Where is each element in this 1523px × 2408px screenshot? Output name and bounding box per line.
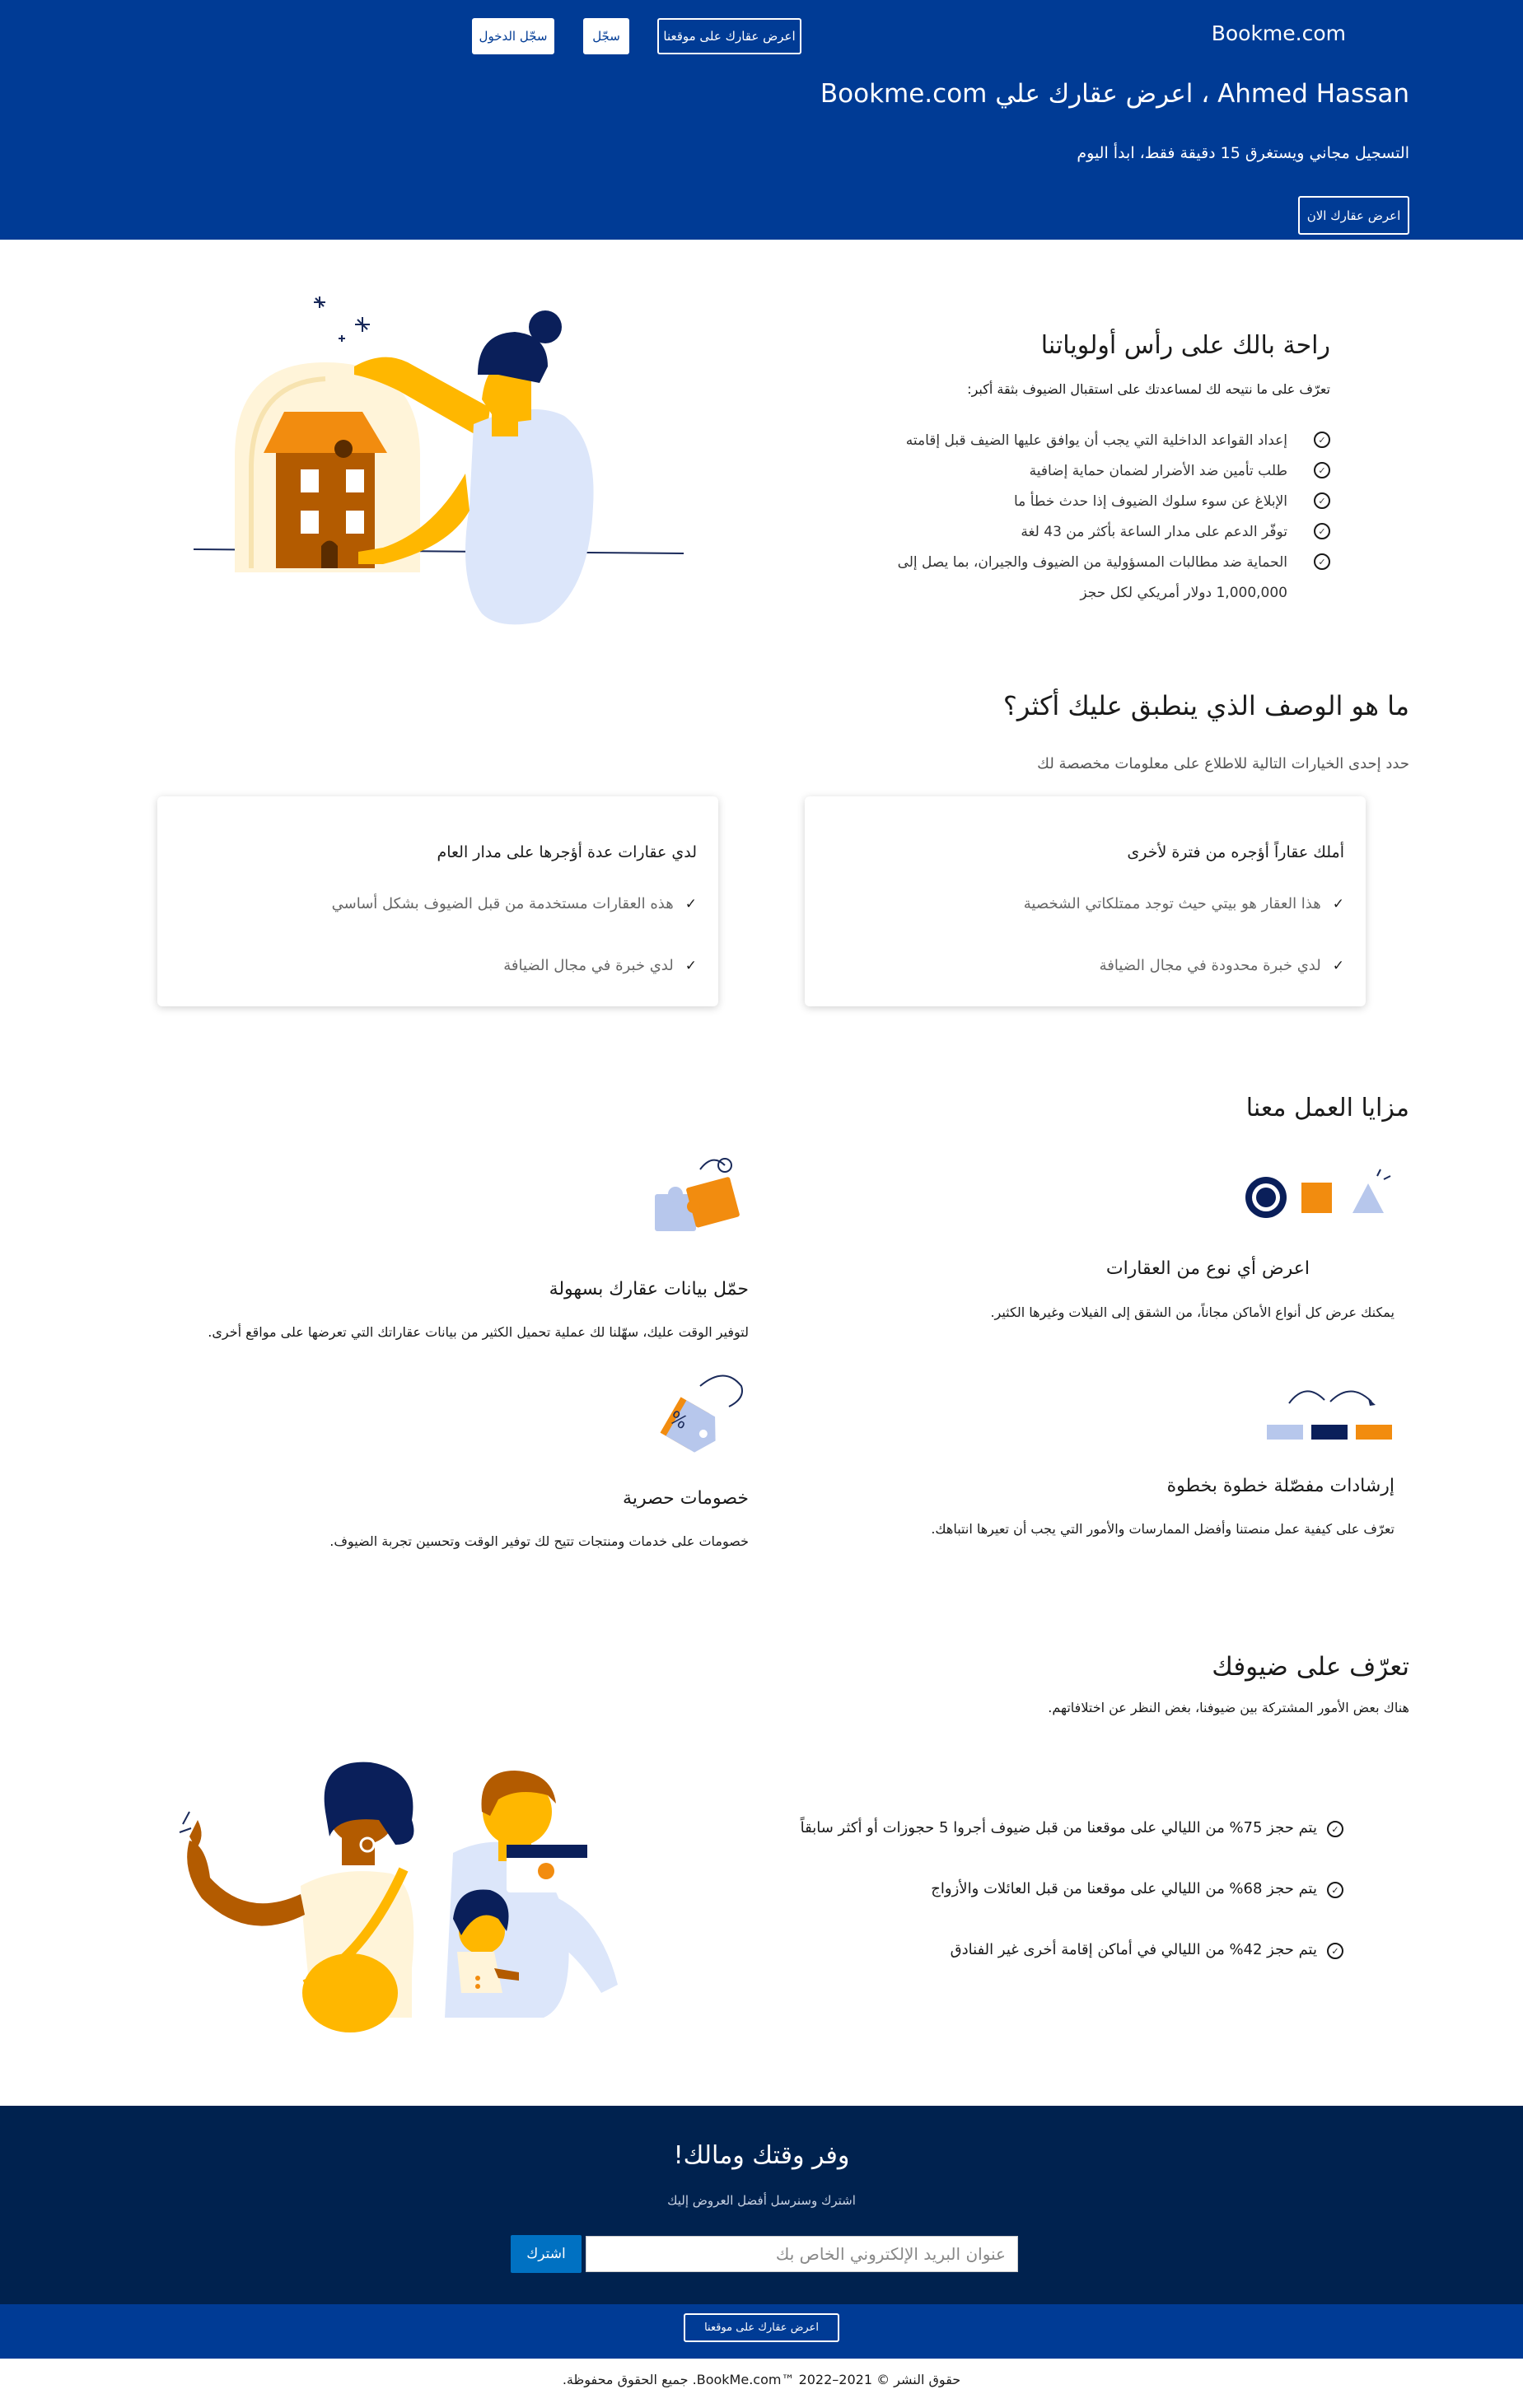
feature-title: اعرض أي نوع من العقارات [1105, 1258, 1310, 1279]
guest-stat: يتم حجز 68% من الليالي على موقعنا من قبل… [931, 1880, 1317, 1897]
site-header: Bookme.com اعرض عقارك على موقعنا سجّل سج… [0, 0, 1523, 240]
check-icon: ✓ [684, 958, 697, 974]
benefits-title: مزايا العمل معنا [1245, 1094, 1409, 1122]
copyright-text: حقوق النشر © 2021–2022 ™BookMe.com. جميع… [562, 2372, 961, 2387]
guest-stat: يتم حجز 75% من الليالي على موقعنا من قبل… [800, 1819, 1317, 1836]
shapes-icon [1245, 1169, 1391, 1218]
check-circle-icon: ✓ [1314, 553, 1330, 570]
feature-title: إرشادات مفصّلة خطوة بخطوة [1166, 1476, 1395, 1496]
brand-logo[interactable]: Bookme.com [1212, 21, 1346, 45]
describe-title: ما هو الوصف الذي ينطبق عليك أكثر؟ [1002, 690, 1409, 721]
feature-title: خصومات حصرية [623, 1488, 749, 1509]
priorities-title: راحة بالك على رأس أولوياتنا [1040, 331, 1330, 360]
list-property-nav-button[interactable]: اعرض عقارك على موقعنا [657, 18, 801, 54]
card-title: أملك عقاراً أؤجره من فترة لأخرى [1127, 843, 1344, 861]
newsletter-section: وفر وقتك ومالك! اشترك وسنرسل أفضل العروض… [0, 2106, 1523, 2304]
priorities-list: ✓ إعداد القواعد الداخلية التي يجب أن يواف… [793, 425, 1330, 608]
footer-list-property-button[interactable]: اعرض عقارك على موقعنا [684, 2313, 839, 2342]
newsletter-title: وفر وقتك ومالك! [673, 2141, 850, 2170]
check-circle-icon: ✓ [1314, 492, 1330, 509]
check-circle-icon: ✓ [1327, 1882, 1343, 1898]
footer-band: اعرض عقارك على موقعنا [0, 2304, 1523, 2359]
guests-title: تعرّف على ضيوفك [1212, 1652, 1409, 1682]
register-button[interactable]: سجّل [583, 18, 629, 54]
priorities-intro: تعرّف على ما نتيحه لك لمساعدتك على استقب… [967, 381, 1330, 397]
feature-desc: لتوفير الوقت عليك، سهّلنا لك عملية تحميل… [208, 1324, 749, 1340]
puzzle-icon [655, 1158, 740, 1231]
feature-desc: خصومات على خدمات ومنتجات تتيح لك توفير ا… [329, 1533, 749, 1549]
describe-subtitle: حدد إحدى الخيارات التالية للاطلاع على مع… [1037, 755, 1409, 772]
option-card-occasional-host[interactable]: أملك عقاراً أؤجره من فترة لأخرى ✓هذا الع… [805, 796, 1366, 1006]
check-circle-icon: ✓ [1327, 1943, 1343, 1959]
sparkle-icon [314, 296, 370, 342]
guests-family-illustration [179, 1762, 618, 2032]
list-item: ✓ طلب تأمين ضد الأضرار لضمان حماية إضافية [793, 455, 1330, 486]
check-circle-icon: ✓ [1327, 1821, 1343, 1837]
discount-tag-icon: % [660, 1374, 743, 1453]
check-icon: ✓ [684, 896, 697, 912]
option-card-professional-host[interactable]: لدي عقارات عدة أؤجرها على مدار العام ✓هذ… [157, 796, 718, 1006]
guest-stat: يتم حجز 42% من الليالي في أماكن إقامة أخ… [950, 1941, 1317, 1958]
feature-desc: تعرّف على كيفية عمل منصتنا وأفضل الممارس… [931, 1521, 1395, 1537]
card-title: لدي عقارات عدة أؤجرها على مدار العام [437, 843, 697, 861]
list-item-continuation: 1,000,000 دولار أمريكي لكل حجز [1080, 584, 1287, 601]
check-circle-icon: ✓ [1314, 432, 1330, 448]
list-item: ✓ الإبلاغ عن سوء سلوك الضيوف إذا حدث خطأ … [793, 486, 1330, 516]
list-item: ✓ الحماية ضد مطالبات المسؤولية من الضيوف … [793, 547, 1330, 577]
check-circle-icon: ✓ [1314, 523, 1330, 539]
steps-icon [1267, 1390, 1392, 1440]
feature-title: حمّل بيانات عقارك بسهولة [549, 1279, 749, 1300]
list-item: ✓ توفّر الدعم على مدار الساعة بأكثر من 43… [793, 516, 1330, 547]
card-item: ✓لدي خبرة في مجال الضيافة [503, 957, 697, 974]
login-button[interactable]: سجّل الدخول [472, 18, 554, 54]
email-field[interactable] [586, 2236, 1018, 2272]
subscribe-button[interactable]: اشترك [511, 2235, 582, 2273]
hero-subtitle: التسجيل مجاني ويستغرق 15 دقيقة فقط، ابدأ… [1077, 144, 1409, 162]
check-icon: ✓ [1332, 896, 1344, 912]
woman-house-illustration [193, 296, 684, 625]
check-icon: ✓ [1332, 958, 1344, 974]
guests-subtitle: هناك بعض الأمور المشتركة بين ضيوفنا، بغض… [1048, 1700, 1409, 1715]
card-item: ✓هذا العقار هو بيتي حيث توجد ممتلكاتي ال… [1023, 895, 1344, 912]
newsletter-subtitle: اشترك وسنرسل أفضل العروض إليك [667, 2193, 856, 2208]
card-item: ✓هذه العقارات مستخدمة من قبل الضيوف بشكل… [331, 895, 697, 912]
card-item: ✓لدي خبرة محدودة في مجال الضيافة [1099, 957, 1344, 974]
feature-desc: يمكنك عرض كل أنواع الأماكن مجاناً، من ال… [990, 1304, 1395, 1320]
check-circle-icon: ✓ [1314, 462, 1330, 478]
hero-title: Ahmed Hassan ، اعرض عقارك علي Bookme.com [820, 79, 1409, 109]
hero-cta-button[interactable]: اعرض عقارك الان [1298, 196, 1409, 235]
list-item: ✓ إعداد القواعد الداخلية التي يجب أن يواف… [793, 425, 1330, 455]
